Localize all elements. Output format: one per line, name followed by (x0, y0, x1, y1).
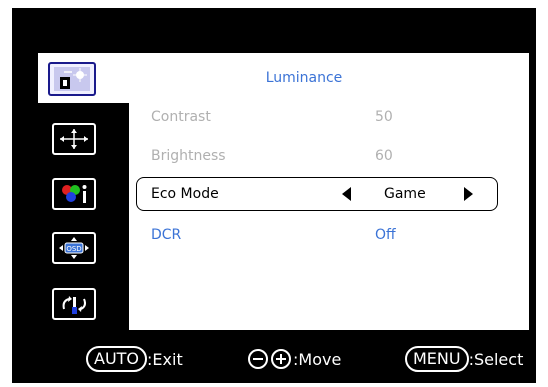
dcr-label[interactable]: DCR (151, 227, 181, 243)
exit-label: :Exit (147, 349, 183, 369)
svg-text:OSD: OSD (66, 245, 81, 253)
move-label: :Move (293, 349, 342, 369)
brightness-label[interactable]: Brightness (151, 148, 226, 164)
extra-icon (62, 296, 86, 314)
select-label: :Select (468, 349, 524, 369)
osd-setup-icon: OSD (59, 237, 89, 259)
minus-icon[interactable] (248, 349, 268, 369)
arrow-right-icon[interactable] (463, 186, 475, 202)
footer-exit: AUTO :Exit (86, 346, 183, 372)
plus-icon[interactable] (271, 349, 291, 369)
arrow-left-icon[interactable] (340, 186, 352, 202)
menu-title: Luminance (265, 70, 343, 86)
sidebar-item-luminance[interactable] (48, 62, 96, 96)
color-setup-icon (62, 185, 87, 203)
dcr-value: Off (375, 227, 396, 243)
contrast-label[interactable]: Contrast (151, 109, 211, 125)
sidebar-item-extra[interactable] (52, 288, 96, 320)
sidebar-item-osd-setup[interactable]: OSD (52, 232, 96, 264)
luminance-icon (54, 67, 90, 91)
contrast-value: 50 (375, 109, 393, 125)
eco-mode-label: Eco Mode (151, 186, 219, 202)
auto-key[interactable]: AUTO (86, 346, 148, 372)
eco-mode-value: Game (384, 186, 426, 202)
footer-move: :Move (248, 346, 341, 372)
sidebar-item-color-setup[interactable] (52, 178, 96, 210)
image-setup-icon (60, 129, 88, 149)
sidebar-item-image-setup[interactable] (52, 123, 96, 155)
footer-select: MENU :Select (405, 346, 523, 372)
brightness-value: 60 (375, 148, 393, 164)
menu-key[interactable]: MENU (405, 346, 469, 372)
